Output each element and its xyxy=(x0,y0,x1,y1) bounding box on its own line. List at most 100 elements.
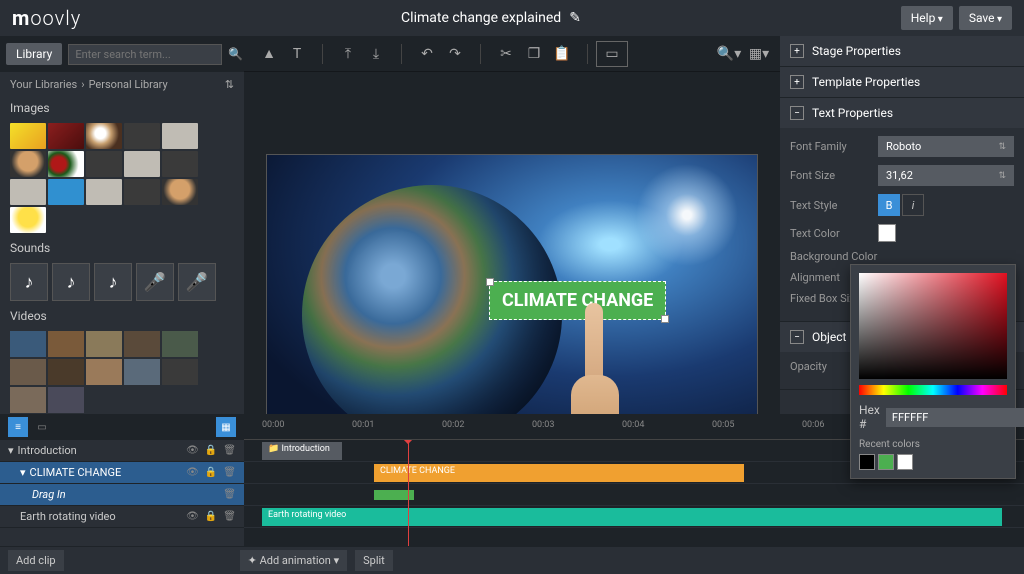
zoom-icon[interactable]: 🔍▾ xyxy=(716,41,742,67)
sounds-label: Sounds xyxy=(0,237,244,259)
image-thumb[interactable] xyxy=(48,151,84,177)
playhead[interactable] xyxy=(408,440,409,546)
video-thumb[interactable] xyxy=(162,331,198,357)
search-input[interactable] xyxy=(68,44,222,65)
video-thumb[interactable] xyxy=(162,359,198,385)
image-thumb[interactable] xyxy=(10,207,46,233)
undo-icon[interactable]: ↶ xyxy=(414,41,440,67)
trash-icon[interactable]: 🗑 xyxy=(223,511,236,522)
video-thumb[interactable] xyxy=(48,331,84,357)
collapse-icon: − xyxy=(790,330,804,344)
edit-title-icon[interactable]: ✎ xyxy=(569,10,581,26)
sound-thumb[interactable]: ♪ xyxy=(10,263,48,301)
trash-icon[interactable]: 🗑 xyxy=(223,467,236,478)
image-thumb[interactable] xyxy=(10,151,46,177)
text-tool-icon[interactable]: T xyxy=(284,41,310,67)
image-thumb[interactable] xyxy=(48,179,84,205)
cut-icon[interactable]: ✂ xyxy=(493,41,519,67)
image-thumb[interactable] xyxy=(48,123,84,149)
collapse-icon: − xyxy=(790,106,804,120)
image-thumb[interactable] xyxy=(162,123,198,149)
paste-icon[interactable]: 📋 xyxy=(549,41,575,67)
align-top-icon[interactable]: ⤒ xyxy=(335,41,361,67)
color-picker-popup: Hex # ✎ Recent colors xyxy=(850,264,1016,479)
video-thumb[interactable] xyxy=(124,331,160,357)
video-thumb[interactable] xyxy=(10,387,46,413)
lock-icon[interactable]: 🔒 xyxy=(205,511,217,522)
image-thumb[interactable] xyxy=(124,179,160,205)
breadcrumb[interactable]: Your Libraries›Personal Library ⇅ xyxy=(0,72,244,97)
stage-canvas[interactable]: CLIMATE CHANGE xyxy=(266,154,758,454)
template-properties-header[interactable]: + Template Properties xyxy=(780,67,1024,97)
image-thumb[interactable] xyxy=(10,179,46,205)
video-thumb[interactable] xyxy=(86,359,122,385)
video-thumb[interactable] xyxy=(10,359,46,385)
pointer-tool-icon[interactable]: ▲ xyxy=(256,41,282,67)
align-bottom-icon[interactable]: ⤓ xyxy=(363,41,389,67)
eye-icon[interactable]: 👁 xyxy=(186,467,199,478)
text-properties-header[interactable]: − Text Properties xyxy=(780,98,1024,128)
recent-color-swatch[interactable] xyxy=(859,454,875,470)
track-row-dragin[interactable]: Drag In 🗑 xyxy=(0,484,244,506)
video-thumb[interactable] xyxy=(124,359,160,385)
sound-thumb[interactable]: ♪ xyxy=(52,263,90,301)
image-thumb[interactable] xyxy=(124,123,160,149)
subtitle-icon[interactable]: ▭ xyxy=(596,41,628,67)
lock-icon[interactable]: 🔒 xyxy=(205,467,217,478)
color-picker-area[interactable] xyxy=(859,273,1007,379)
add-animation-button[interactable]: ✦ Add animation ▾ xyxy=(240,550,348,571)
image-thumb[interactable] xyxy=(162,179,198,205)
videos-label: Videos xyxy=(0,305,244,327)
help-button[interactable]: Help xyxy=(901,6,953,30)
track-list: ▾Introduction 👁🔒🗑 ▾CLIMATE CHANGE 👁🔒🗑 Dr… xyxy=(0,440,244,546)
track-row-climate[interactable]: ▾CLIMATE CHANGE 👁🔒🗑 xyxy=(0,462,244,484)
trash-icon[interactable]: 🗑 xyxy=(223,489,236,500)
timeline-alt-icon[interactable]: ▭ xyxy=(32,417,52,437)
video-thumb[interactable] xyxy=(48,359,84,385)
font-size-select[interactable]: 31,62 xyxy=(878,165,1014,186)
sound-thumb[interactable]: 🎤 xyxy=(178,263,216,301)
image-thumb[interactable] xyxy=(10,123,46,149)
clip-climate[interactable]: CLIMATE CHANGE xyxy=(374,464,744,482)
font-family-select[interactable]: Roboto xyxy=(878,136,1014,157)
save-button[interactable]: Save xyxy=(959,6,1012,30)
split-button[interactable]: Split xyxy=(355,550,393,571)
recent-color-swatch[interactable] xyxy=(878,454,894,470)
video-thumb[interactable] xyxy=(86,331,122,357)
stage-properties-header[interactable]: + Stage Properties xyxy=(780,36,1024,66)
image-thumb[interactable] xyxy=(162,151,198,177)
track-row-intro[interactable]: ▾Introduction 👁🔒🗑 xyxy=(0,440,244,462)
image-thumb[interactable] xyxy=(86,123,122,149)
lock-icon[interactable]: 🔒 xyxy=(205,445,217,456)
add-clip-button[interactable]: Add clip xyxy=(8,550,64,571)
bold-button[interactable]: B xyxy=(878,194,900,216)
timeline-view-icon[interactable]: ≡ xyxy=(8,417,28,437)
video-thumb[interactable] xyxy=(10,331,46,357)
recent-color-swatch[interactable] xyxy=(897,454,913,470)
redo-icon[interactable]: ↷ xyxy=(442,41,468,67)
font-family-label: Font Family xyxy=(790,140,878,153)
sound-thumb[interactable]: ♪ xyxy=(94,263,132,301)
video-thumb[interactable] xyxy=(48,387,84,413)
eye-icon[interactable]: 👁 xyxy=(186,511,199,522)
images-grid xyxy=(0,119,244,237)
trash-icon[interactable]: 🗑 xyxy=(223,445,236,456)
image-thumb[interactable] xyxy=(86,179,122,205)
sound-thumb[interactable]: 🎤 xyxy=(136,263,174,301)
image-thumb[interactable] xyxy=(86,151,122,177)
timeline-mode-icon[interactable]: ▦ xyxy=(216,417,236,437)
clip-folder[interactable]: 📁 Introduction xyxy=(262,442,342,460)
track-row-earth[interactable]: Earth rotating video 👁🔒🗑 xyxy=(0,506,244,528)
copy-icon[interactable]: ❐ xyxy=(521,41,547,67)
search-icon[interactable]: 🔍 xyxy=(228,42,243,66)
library-tab[interactable]: Library xyxy=(6,43,62,65)
hex-input[interactable] xyxy=(886,408,1024,427)
grid-icon[interactable]: ▦▾ xyxy=(746,41,772,67)
text-color-swatch[interactable] xyxy=(878,224,896,242)
italic-button[interactable]: i xyxy=(902,194,924,216)
hue-slider[interactable] xyxy=(859,385,1007,395)
image-thumb[interactable] xyxy=(124,151,160,177)
clip-earth[interactable]: Earth rotating video xyxy=(262,508,1002,526)
expand-icon: + xyxy=(790,75,804,89)
eye-icon[interactable]: 👁 xyxy=(186,445,199,456)
